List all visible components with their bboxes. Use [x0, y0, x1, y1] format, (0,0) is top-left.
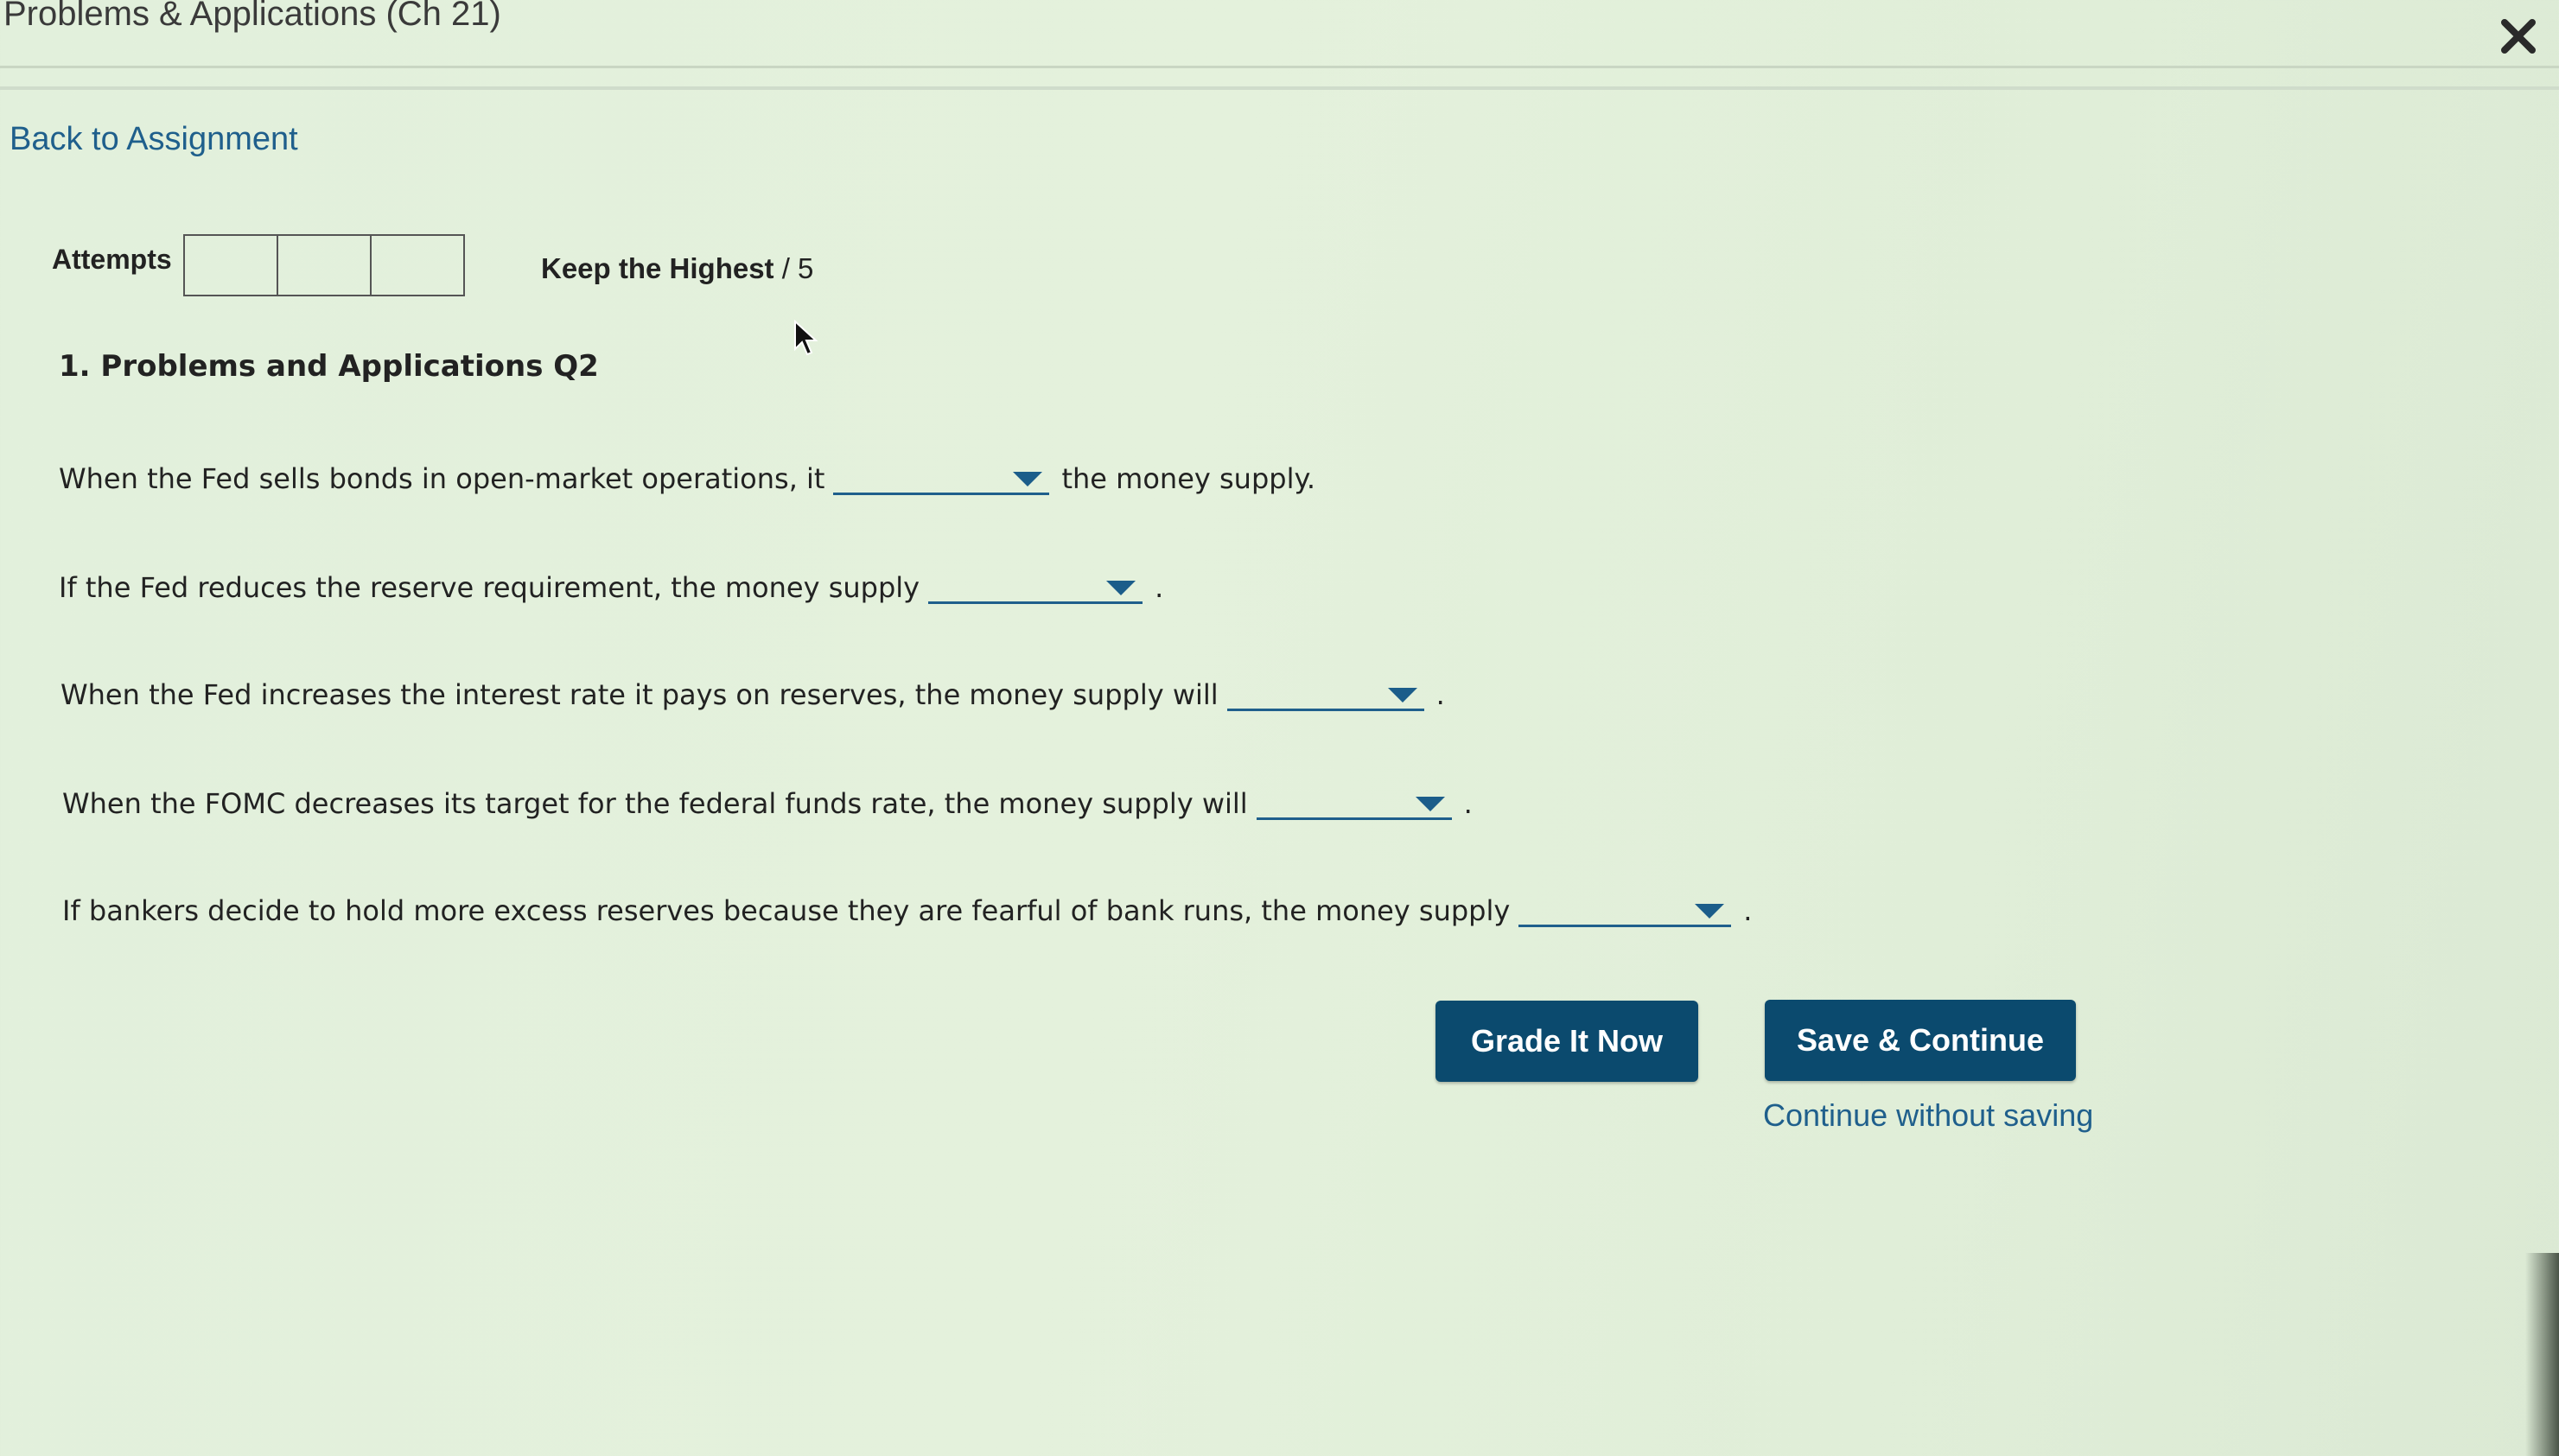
- question-item-2-suffix: .: [1155, 571, 1164, 604]
- title-bar: Problems & Applications (Ch 21): [0, 0, 2559, 68]
- back-to-assignment-link[interactable]: Back to Assignment: [10, 121, 298, 158]
- attempts-label: Attempts: [52, 244, 172, 275]
- answer-dropdown-4[interactable]: [1256, 783, 1452, 820]
- attempt-box-1: [183, 234, 278, 296]
- answer-dropdown-1[interactable]: [833, 458, 1050, 495]
- dropdown-caret-icon: [1387, 688, 1417, 703]
- dropdown-caret-icon: [1013, 472, 1043, 486]
- dropdown-caret-icon: [1695, 904, 1725, 919]
- grade-it-now-button[interactable]: Grade It Now: [1435, 1001, 1698, 1082]
- question-item-3: When the Fed increases the interest rate…: [60, 674, 1445, 711]
- question-item-1-text: When the Fed sells bonds in open-market …: [59, 462, 825, 495]
- question-item-2-text: If the Fed reduces the reserve requireme…: [59, 571, 920, 604]
- window-title: Problems & Applications (Ch 21): [3, 0, 501, 33]
- question-item-1: When the Fed sells bonds in open-market …: [59, 458, 1315, 495]
- attempt-box-2: [277, 234, 372, 296]
- mouse-cursor-icon: [794, 320, 818, 356]
- screen-edge-shadow: [2525, 1253, 2559, 1456]
- question-item-3-text: When the Fed increases the interest rate…: [60, 678, 1219, 711]
- question-item-4-text: When the FOMC decreases its target for t…: [62, 787, 1248, 820]
- close-icon[interactable]: [2498, 16, 2539, 57]
- question-title: 1. Problems and Applications Q2: [59, 349, 599, 384]
- attempt-boxes: [183, 234, 465, 296]
- dropdown-caret-icon: [1415, 797, 1445, 811]
- grading-policy-label: Keep the Highest: [541, 252, 774, 284]
- close-button[interactable]: [2498, 16, 2549, 67]
- answer-dropdown-2[interactable]: [928, 567, 1143, 604]
- answer-dropdown-5[interactable]: [1518, 890, 1732, 927]
- answer-dropdown-3[interactable]: [1226, 674, 1424, 711]
- question-item-5-text: If bankers decide to hold more excess re…: [62, 894, 1511, 927]
- question-item-3-suffix: .: [1435, 678, 1445, 711]
- dropdown-caret-icon: [1106, 581, 1136, 595]
- question-item-5: If bankers decide to hold more excess re…: [62, 890, 1752, 927]
- question-item-5-suffix: .: [1743, 894, 1753, 927]
- continue-without-saving-link[interactable]: Continue without saving: [1763, 1097, 2093, 1134]
- grading-policy: Keep the Highest / 5: [541, 252, 813, 285]
- question-item-2: If the Fed reduces the reserve requireme…: [59, 567, 1163, 604]
- question-item-4: When the FOMC decreases its target for t…: [62, 783, 1473, 820]
- save-and-continue-button[interactable]: Save & Continue: [1765, 1000, 2076, 1081]
- question-item-4-suffix: .: [1463, 787, 1473, 820]
- header-divider: [0, 86, 2559, 90]
- grading-policy-max: / 5: [781, 252, 814, 284]
- question-item-1-suffix: the money supply.: [1061, 462, 1315, 495]
- attempt-box-3: [370, 234, 465, 296]
